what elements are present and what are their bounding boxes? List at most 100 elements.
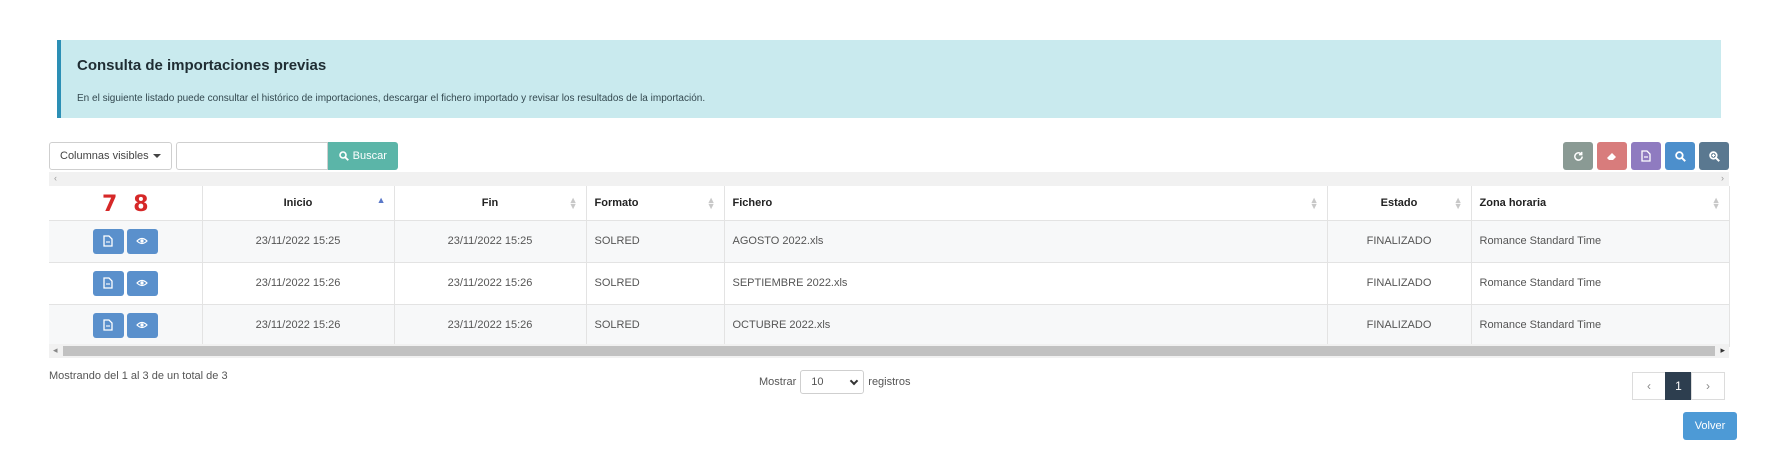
download-file-button[interactable] <box>92 312 124 338</box>
table-row: 23/11/2022 15:25 23/11/2022 15:25 SOLRED… <box>49 220 1730 263</box>
view-results-button[interactable] <box>126 228 158 254</box>
download-file-button[interactable] <box>92 228 124 254</box>
chevron-down-icon <box>850 376 859 385</box>
annotation-number: 8 <box>133 192 149 217</box>
cell-formato: SOLRED <box>586 262 725 305</box>
page-title: Consulta de importaciones previas <box>77 57 327 74</box>
sort-ascending-icon: ▲ <box>376 195 386 205</box>
caret-down-icon <box>152 154 161 158</box>
scroll-left-icon[interactable]: ◂ <box>53 345 58 356</box>
sort-icon: ▲ ▼ <box>1309 195 1319 211</box>
cell-zona-horaria: Romance Standard Time <box>1471 262 1730 305</box>
search-icon <box>338 151 349 161</box>
zoom-icon <box>1708 150 1720 162</box>
column-header-label: Fin <box>481 196 499 209</box>
page-length-control: Mostrar 10 registros <box>759 370 910 394</box>
cell-fin: 23/11/2022 15:26 <box>394 304 587 347</box>
page: Consulta de importaciones previas En el … <box>0 0 1774 458</box>
download-file-button[interactable] <box>92 270 124 296</box>
table-row: 23/11/2022 15:26 23/11/2022 15:26 SOLRED… <box>49 304 1730 347</box>
view-results-button[interactable] <box>126 312 158 338</box>
search-input[interactable] <box>175 142 328 170</box>
file-icon <box>103 277 113 289</box>
page-length-select[interactable]: 10 <box>800 370 865 394</box>
cell-inicio: 23/11/2022 15:26 <box>202 304 395 347</box>
cell-fichero: SEPTIEMBRE 2022.xls <box>724 262 1328 305</box>
cell-fichero: OCTUBRE 2022.xls <box>724 304 1328 347</box>
records-info: Mostrando del 1 al 3 de un total de 3 <box>49 370 228 382</box>
column-header-actions: 7 8 <box>49 186 203 221</box>
column-header-label: Formato <box>594 196 639 209</box>
row-actions-cell <box>49 220 203 263</box>
sort-icon: ▲ ▼ <box>706 195 716 211</box>
cell-estado: FINALIZADO <box>1327 262 1472 305</box>
search-button-label: Buscar <box>352 150 387 162</box>
cell-estado: FINALIZADO <box>1327 304 1472 347</box>
horizontal-scrollbar-top[interactable]: ‹ › <box>49 172 1729 186</box>
imports-table: 7 8 Inicio ▲ Fin ▲ ▼ Formato ▲ ▼ Fichero… <box>49 186 1730 347</box>
sort-icon: ▲ ▼ <box>1453 195 1463 211</box>
cell-formato: SOLRED <box>586 220 725 263</box>
scroll-right-icon[interactable]: ▸ <box>1720 345 1725 356</box>
info-description: En el siguiente listado puede consultar … <box>77 93 706 104</box>
column-header-label: Estado <box>1380 196 1418 209</box>
advanced-search-button[interactable] <box>1665 142 1695 170</box>
pager-next-button[interactable]: › <box>1691 372 1725 400</box>
refresh-icon <box>1573 151 1583 161</box>
view-results-button[interactable] <box>126 270 158 296</box>
zoom-button[interactable] <box>1699 142 1729 170</box>
column-header-estado[interactable]: Estado ▲ ▼ <box>1327 186 1472 221</box>
column-header-inicio[interactable]: Inicio ▲ <box>202 186 395 221</box>
table-toolbar-right <box>1563 142 1729 170</box>
table-header-row: 7 8 Inicio ▲ Fin ▲ ▼ Formato ▲ ▼ Fichero… <box>49 186 1730 221</box>
cell-zona-horaria: Romance Standard Time <box>1471 304 1730 347</box>
horizontal-scrollbar-bottom[interactable]: ◂ ▸ <box>49 344 1729 358</box>
cell-fin: 23/11/2022 15:26 <box>394 262 587 305</box>
cell-inicio: 23/11/2022 15:26 <box>202 262 395 305</box>
scroll-left-icon[interactable]: ‹ <box>54 173 57 183</box>
table-row: 23/11/2022 15:26 23/11/2022 15:26 SOLRED… <box>49 262 1730 305</box>
eraser-icon <box>1607 153 1616 160</box>
cell-fichero: AGOSTO 2022.xls <box>724 220 1328 263</box>
annotation-numbers: 7 8 <box>102 192 149 217</box>
column-header-label: Zona horaria <box>1479 196 1547 209</box>
clear-filters-button[interactable] <box>1597 142 1627 170</box>
row-actions-cell <box>49 262 203 305</box>
pagination: ‹ 1 › <box>1632 372 1725 400</box>
cell-zona-horaria: Romance Standard Time <box>1471 220 1730 263</box>
info-panel: Consulta de importaciones previas En el … <box>57 40 1721 118</box>
pager-page-1[interactable]: 1 <box>1665 372 1692 400</box>
length-suffix: registros <box>868 376 911 388</box>
cell-estado: FINALIZADO <box>1327 220 1472 263</box>
eye-icon <box>136 321 149 329</box>
sort-icon: ▲ ▼ <box>568 195 578 211</box>
visible-columns-label: Columnas visibles <box>60 150 149 162</box>
cell-fin: 23/11/2022 15:25 <box>394 220 587 263</box>
refresh-button[interactable] <box>1563 142 1593 170</box>
column-header-label: Fichero <box>732 196 773 209</box>
column-header-fin[interactable]: Fin ▲ ▼ <box>394 186 587 221</box>
column-header-zona-horaria[interactable]: Zona horaria ▲ ▼ <box>1471 186 1730 221</box>
file-icon <box>103 235 113 247</box>
column-header-label: Inicio <box>283 196 313 209</box>
column-header-formato[interactable]: Formato ▲ ▼ <box>586 186 725 221</box>
length-prefix: Mostrar <box>759 376 797 388</box>
search-button[interactable]: Buscar <box>327 142 398 170</box>
scrollbar-thumb[interactable] <box>63 346 1715 356</box>
back-button[interactable]: Volver <box>1683 412 1737 440</box>
table-toolbar-left: Columnas visibles Buscar <box>49 142 398 170</box>
page-length-value: 10 <box>811 376 824 388</box>
sort-icon: ▲ ▼ <box>1711 195 1721 211</box>
file-icon <box>103 319 113 331</box>
cell-inicio: 23/11/2022 15:25 <box>202 220 395 263</box>
column-header-fichero[interactable]: Fichero ▲ ▼ <box>724 186 1328 221</box>
pager-previous-button[interactable]: ‹ <box>1632 372 1666 400</box>
eye-icon <box>136 279 149 287</box>
visible-columns-button[interactable]: Columnas visibles <box>49 142 172 170</box>
search-icon <box>1674 150 1686 162</box>
cell-formato: SOLRED <box>586 304 725 347</box>
scroll-right-icon[interactable]: › <box>1721 173 1724 183</box>
eye-icon <box>136 237 149 245</box>
annotation-number: 7 <box>101 192 118 217</box>
export-button[interactable] <box>1631 142 1661 170</box>
